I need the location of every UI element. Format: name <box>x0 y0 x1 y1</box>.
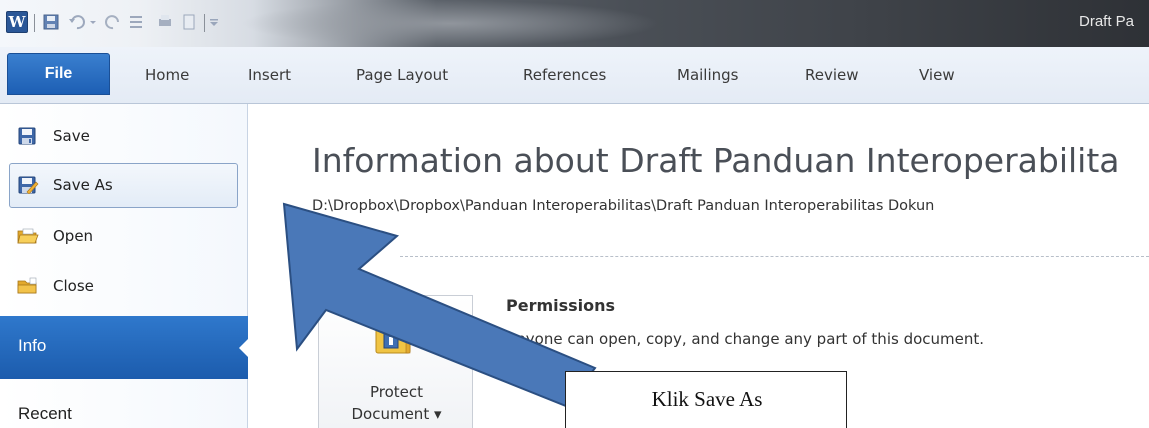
undo-icon[interactable] <box>68 13 86 31</box>
tab-view[interactable]: View <box>919 63 955 87</box>
quick-save-icon[interactable] <box>42 13 60 31</box>
protect-label-line2: Document ▾ <box>351 405 442 423</box>
save-icon <box>18 127 36 145</box>
protect-label-line1: Protect <box>369 383 424 401</box>
tab-home[interactable]: Home <box>145 63 189 87</box>
word-app-icon[interactable]: W <box>6 11 28 33</box>
title-bar: W Draft Pa <box>0 0 1149 47</box>
page-title: Information about Draft Panduan Interope… <box>312 141 1120 180</box>
tab-file[interactable]: File <box>7 53 110 95</box>
info-label: Info <box>18 336 47 355</box>
backstage-item-save[interactable]: Save <box>0 116 248 156</box>
backstage-item-label: Save <box>53 127 90 145</box>
new-document-icon[interactable] <box>180 13 198 31</box>
open-folder-icon <box>17 228 39 244</box>
lock-key-icon <box>375 307 415 354</box>
section-divider <box>400 256 1149 257</box>
print-preview-icon[interactable] <box>156 13 174 31</box>
backstage-item-label: Close <box>53 277 94 295</box>
save-as-icon <box>18 176 39 194</box>
backstage-item-recent[interactable]: Recent <box>18 404 72 424</box>
title-bar-glare <box>240 0 660 47</box>
quick-access-separator-2 <box>204 14 205 32</box>
callout-text: Klik Save As <box>651 387 763 411</box>
close-folder-icon <box>17 277 37 294</box>
protect-document-button[interactable]: Protect Document ▾ <box>318 295 473 428</box>
backstage-item-label: Open <box>53 227 94 245</box>
backstage-item-open[interactable]: Open <box>0 216 248 256</box>
document-path: D:\Dropbox\Dropbox\Panduan Interoperabil… <box>312 198 935 214</box>
backstage-item-close[interactable]: Close <box>0 266 248 306</box>
permissions-description: Anyone can open, copy, and change any pa… <box>506 330 985 348</box>
undo-dropdown-icon[interactable] <box>88 13 98 31</box>
backstage-item-save-as[interactable]: Save As <box>0 165 248 205</box>
selected-notch <box>239 338 249 358</box>
tab-page-layout[interactable]: Page Layout <box>356 63 448 87</box>
document-title: Draft Pa <box>1079 13 1135 30</box>
redo-icon[interactable] <box>104 13 122 31</box>
tab-mailings[interactable]: Mailings <box>677 63 738 87</box>
backstage-item-label: Save As <box>53 176 113 194</box>
tab-references[interactable]: References <box>523 63 606 87</box>
annotation-callout: Klik Save As <box>565 371 847 428</box>
quick-access-separator <box>34 14 35 32</box>
tab-review[interactable]: Review <box>805 63 859 87</box>
tab-insert[interactable]: Insert <box>248 63 291 87</box>
permissions-title: Permissions <box>506 296 616 315</box>
backstage-item-info[interactable]: Info <box>0 316 249 379</box>
paragraph-format-icon[interactable] <box>128 13 146 31</box>
customize-quick-access-icon[interactable] <box>208 13 220 31</box>
